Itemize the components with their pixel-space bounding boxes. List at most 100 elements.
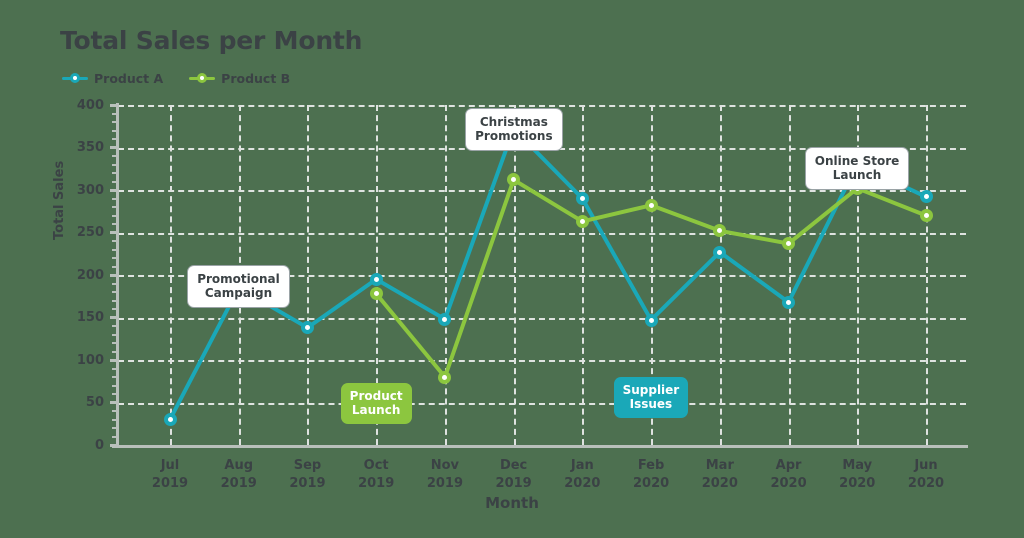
y-tick-label: 250 — [76, 225, 104, 240]
y-tick-minor — [112, 265, 117, 268]
data-point[interactable] — [369, 272, 383, 286]
y-tick-minor — [112, 248, 117, 251]
y-tick-minor — [112, 180, 117, 183]
y-tick-major — [110, 231, 117, 234]
x-tick-year: 2020 — [770, 475, 807, 491]
annotation-online-store-launch[interactable]: Online Store Launch — [804, 147, 910, 190]
legend-marker-icon — [62, 71, 88, 85]
annotation-line: Issues — [629, 397, 673, 412]
x-tick-year: 2020 — [701, 475, 738, 491]
x-tick-month: Dec — [499, 458, 528, 473]
annotation-line: Campaign — [204, 286, 273, 301]
y-tick-minor — [112, 333, 117, 336]
data-point[interactable] — [919, 209, 933, 222]
x-tick-year: 2020 — [839, 475, 876, 491]
data-point[interactable] — [575, 214, 589, 228]
legend-dot — [70, 73, 80, 83]
data-point[interactable] — [575, 192, 589, 205]
annotation-line: Christmas — [479, 115, 548, 129]
chart-legend: Product A Product B — [62, 68, 290, 88]
legend-dot — [197, 73, 208, 83]
data-point[interactable] — [713, 245, 727, 259]
chart-title: Total Sales per Month — [60, 26, 363, 55]
y-tick-minor — [112, 223, 117, 225]
y-tick-minor — [112, 172, 117, 174]
annotation-line: Product — [349, 389, 403, 403]
y-tick-minor — [112, 367, 117, 370]
y-tick-label: 50 — [85, 395, 104, 410]
y-tick-label: 400 — [76, 97, 104, 113]
y-tick-label: 350 — [76, 140, 104, 155]
y-tick-label: 150 — [76, 310, 104, 325]
y-tick-major — [110, 401, 117, 404]
annotation-promotional-campaign[interactable]: Promotional Campaign — [187, 265, 290, 308]
y-tick-minor — [112, 427, 117, 429]
annotation-line: Promotions — [475, 129, 553, 144]
x-tick-month: May — [842, 458, 873, 473]
x-tick-label: Jun 2020 — [881, 457, 971, 492]
x-axis-title: Month — [485, 494, 539, 512]
x-tick-year: 2019 — [151, 475, 189, 491]
data-point[interactable] — [919, 190, 933, 204]
annotation-christmas-promotions[interactable]: Christmas Promotions — [465, 108, 563, 151]
y-tick-minor — [112, 129, 117, 132]
annotation-line: Online Store — [814, 154, 900, 168]
x-tick-year: 2020 — [632, 475, 670, 491]
y-tick-minor — [112, 206, 117, 208]
y-tick-minor — [112, 112, 117, 115]
plot-area: 0 50 100 150 200 250 300 350 400 Jul 2019 Aug 2019 S… — [77, 99, 968, 491]
x-tick-month: Sep — [293, 458, 322, 473]
y-tick-minor — [112, 214, 117, 217]
y-tick-major — [110, 103, 117, 107]
x-tick-year: 2019 — [495, 475, 532, 491]
y-tick-minor — [112, 197, 117, 200]
y-tick-minor — [112, 282, 117, 285]
y-tick-major — [110, 146, 117, 149]
x-tick-month: Apr — [775, 458, 802, 473]
y-tick-minor — [112, 240, 117, 242]
x-tick-month: Oct — [363, 458, 389, 473]
y-tick-minor — [112, 393, 117, 395]
y-tick-minor — [112, 138, 117, 140]
data-point[interactable] — [644, 313, 658, 327]
y-tick-label: 0 — [94, 437, 104, 453]
legend-item-product-a[interactable]: Product A — [62, 71, 163, 86]
annotation-line: Supplier — [622, 383, 680, 397]
annotation-supplier-issues[interactable]: Supplier Issues — [613, 377, 689, 418]
y-tick-minor — [112, 410, 117, 412]
y-tick-minor — [112, 376, 117, 378]
y-tick-minor — [112, 257, 117, 259]
y-tick-minor — [112, 418, 117, 421]
x-tick-year: 2020 — [564, 475, 601, 491]
data-point[interactable] — [438, 370, 452, 384]
y-tick-minor — [112, 308, 117, 310]
y-tick-minor — [112, 350, 117, 353]
y-tick-minor — [112, 325, 117, 327]
data-point[interactable] — [369, 287, 383, 301]
data-point[interactable] — [782, 295, 796, 309]
y-tick-major — [110, 273, 117, 277]
annotation-line: Promotional — [197, 272, 280, 286]
annotation-product-launch[interactable]: Product Launch — [340, 383, 412, 424]
x-tick-month: Jul — [160, 458, 180, 473]
y-tick-minor — [112, 435, 117, 438]
y-tick-label: 300 — [76, 182, 104, 198]
x-tick-year: 2019 — [358, 475, 395, 491]
data-point[interactable] — [782, 237, 796, 251]
x-tick-year: 2019 — [426, 475, 463, 491]
data-point[interactable] — [644, 198, 658, 212]
x-tick-month: Mar — [705, 458, 734, 473]
x-tick-year: 2020 — [907, 475, 945, 491]
x-tick-month: Feb — [637, 458, 665, 473]
legend-item-product-b[interactable]: Product B — [189, 71, 290, 86]
legend-label-product-b: Product B — [221, 70, 291, 86]
legend-label-product-a: Product A — [94, 70, 164, 86]
y-tick-label: 100 — [76, 352, 104, 368]
chart-canvas: Total Sales per Month Product A Product … — [0, 0, 1024, 538]
y-tick-minor — [112, 121, 117, 123]
data-point[interactable] — [163, 413, 177, 426]
x-tick-month: Aug — [224, 458, 254, 473]
y-tick-minor — [112, 299, 117, 302]
y-tick-minor — [112, 342, 117, 344]
y-tick-minor — [112, 163, 117, 166]
